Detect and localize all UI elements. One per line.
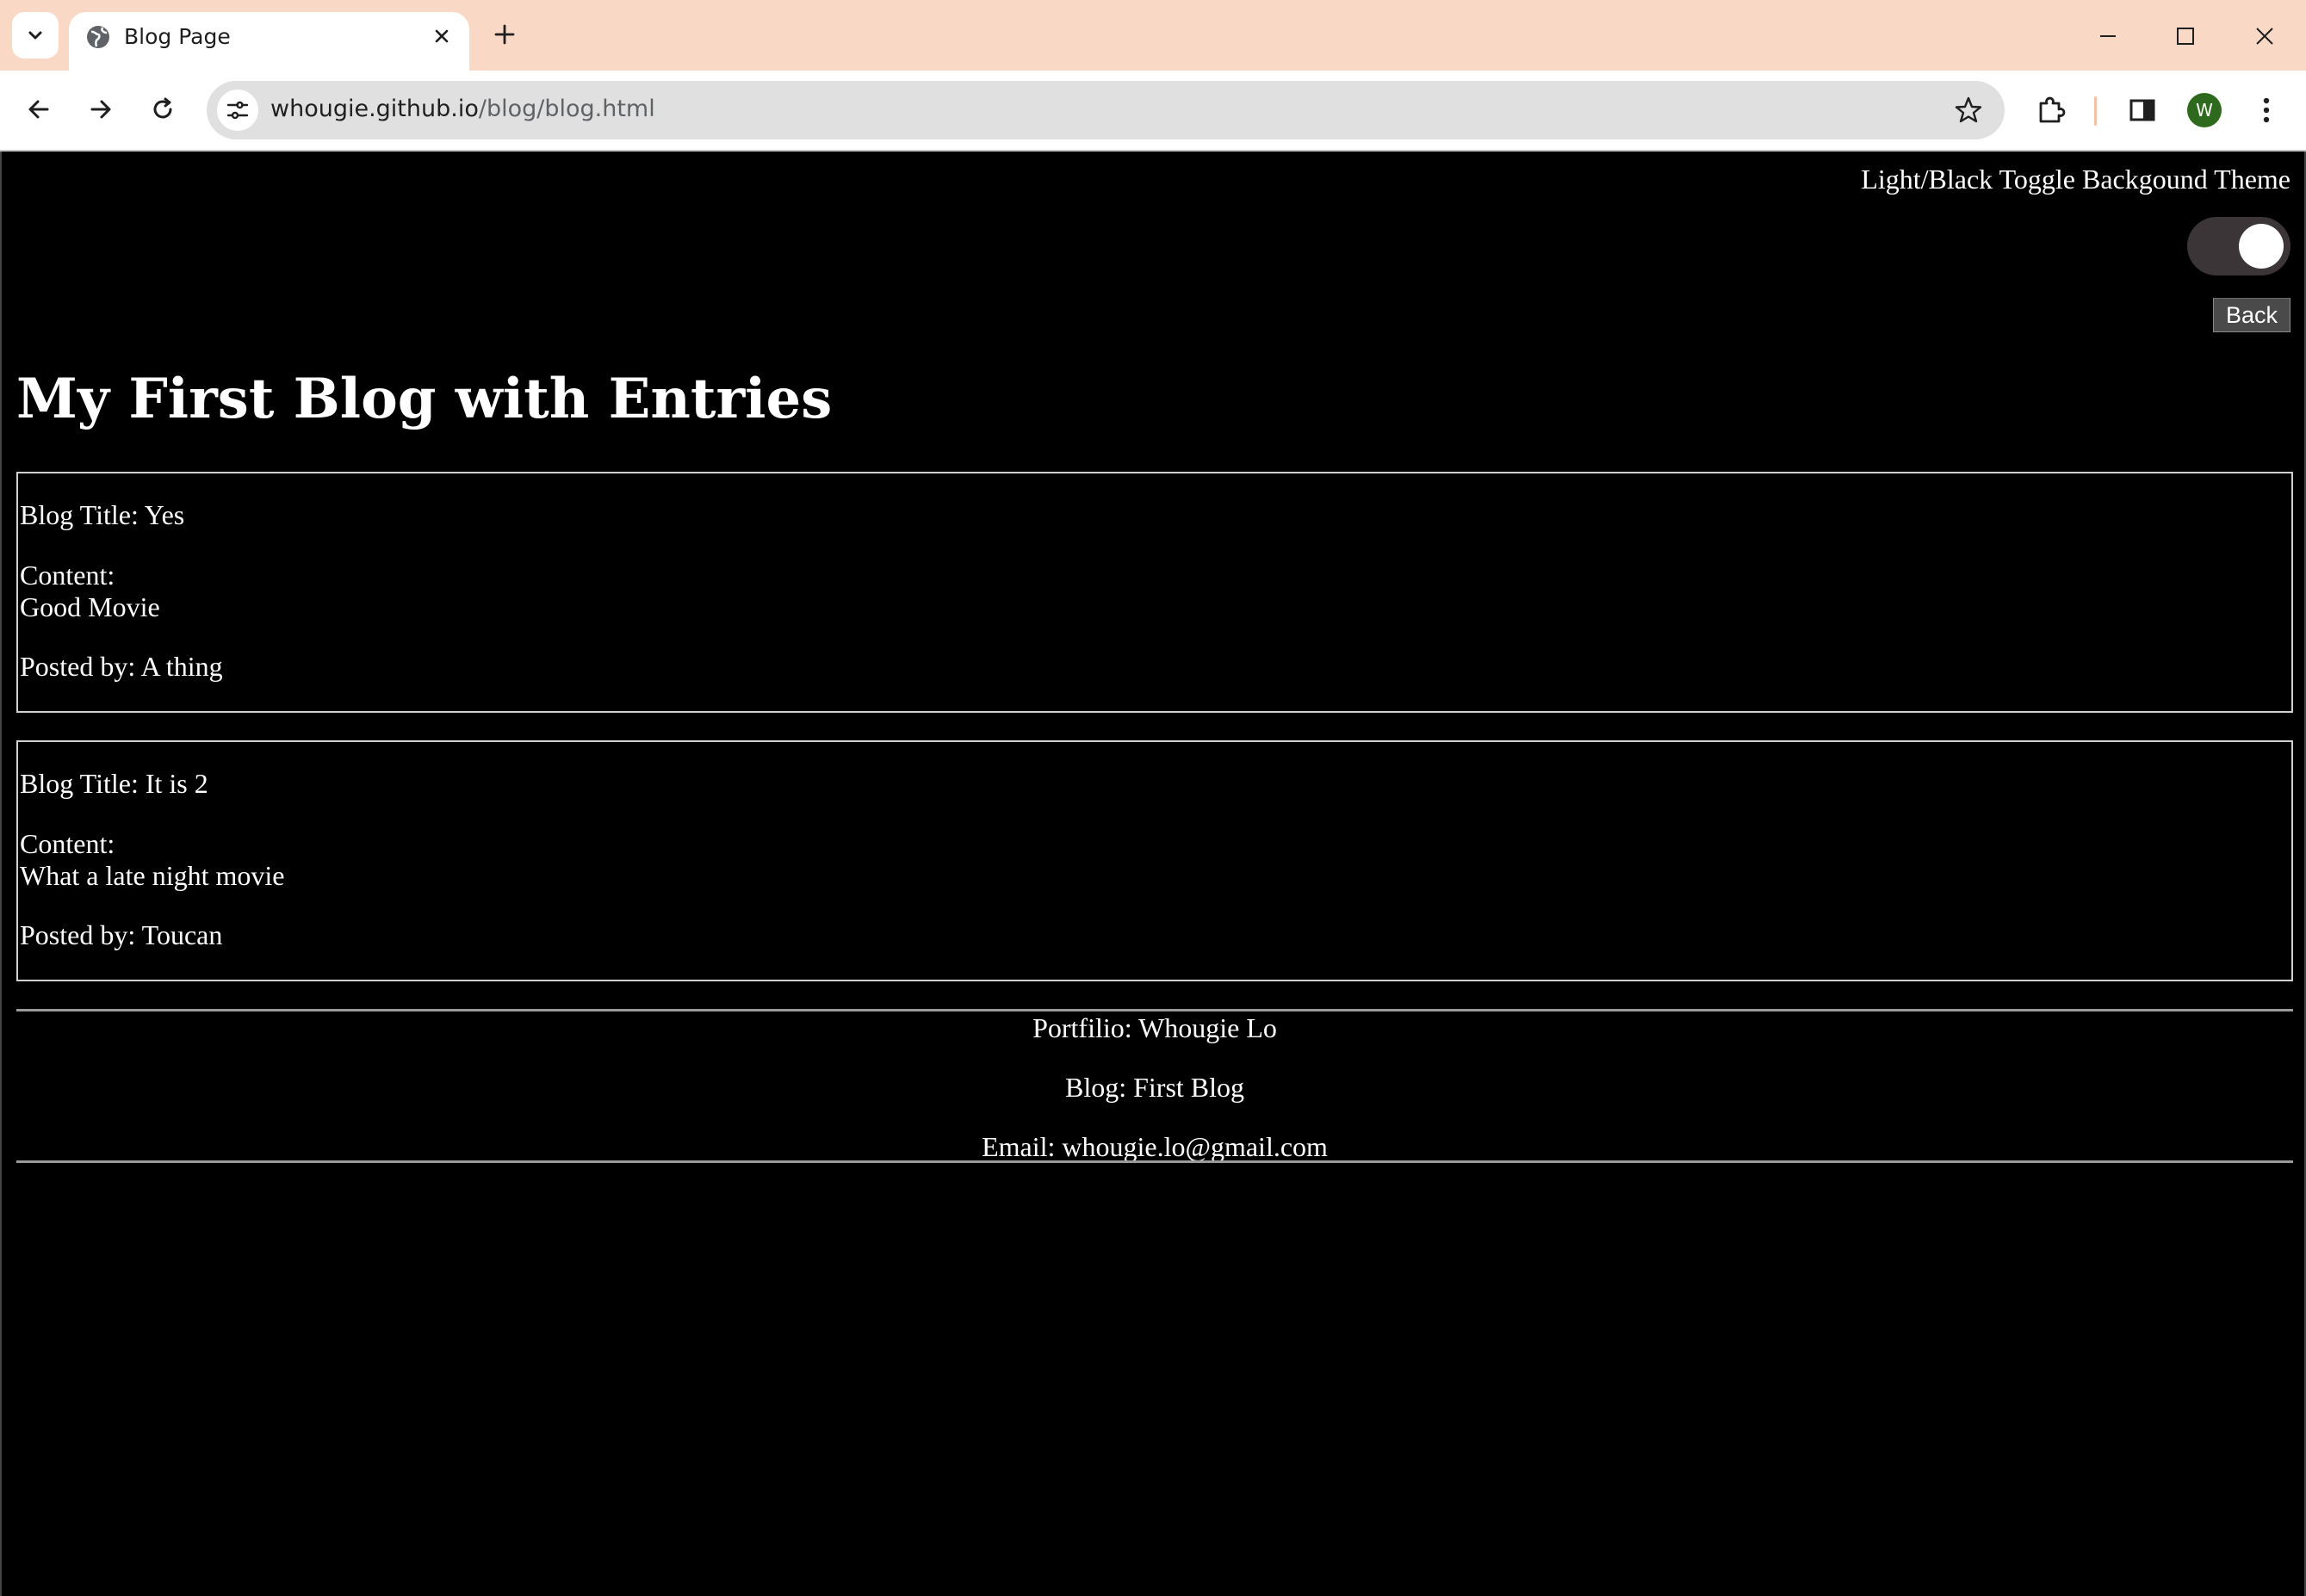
tab-title: Blog Page [124,24,231,49]
toolbar-divider [2094,96,2097,126]
entry-author: Posted by: Toucan [20,919,223,950]
browser-tab[interactable]: Blog Page [69,12,469,71]
theme-toggle-label: Light/Black Toggle Backgound Theme [1861,164,2291,195]
footer-blog: Blog: First Blog [1064,1072,1245,1103]
theme-toggle-switch[interactable] [2187,217,2291,275]
entry-title: Blog Title: It is 2 [20,768,208,799]
maximize-icon [2177,28,2194,45]
forward-nav-button[interactable] [76,84,126,134]
globe-icon [87,26,109,48]
entry-content-label: Content: [20,828,115,859]
reload-button[interactable] [138,84,188,134]
back-button[interactable]: Back [2213,298,2291,332]
url-domain: whougie.github.io [270,96,479,122]
url-text[interactable]: whougie.github.io/blog/blog.html [270,96,655,122]
back-nav-button[interactable] [14,84,64,134]
footer-bottom-divider [16,1160,2293,1163]
tab-close-button[interactable] [426,21,457,52]
puzzle-icon [2039,96,2066,123]
plus-icon [494,24,515,45]
footer-email: Email: whougie.lo@gmail.com [982,1131,1328,1162]
bookmark-button[interactable] [1951,93,1986,127]
menu-button[interactable] [2242,86,2291,134]
new-tab-button[interactable] [486,15,524,53]
profile-button[interactable]: W [2180,86,2229,134]
entry-content-label: Content: [20,560,115,591]
tune-icon [226,101,249,120]
star-icon [1955,96,1982,123]
side-panel-icon [2129,99,2155,121]
entry-title: Blog Title: Yes [20,499,185,530]
url-path: /blog/blog.html [478,96,655,122]
address-bar[interactable]: whougie.github.io/blog/blog.html [207,81,2005,139]
maximize-button[interactable] [2160,10,2211,62]
tab-strip: Blog Page [0,0,2306,71]
close-window-button[interactable] [2239,10,2291,62]
toggle-knob [2239,224,2284,269]
browser-toolbar: whougie.github.io/blog/blog.html W [0,71,2306,150]
chevron-down-icon [28,31,42,40]
footer-top-divider [16,1009,2293,1011]
entry-content: Good Movie [20,591,160,622]
blog-entry: Blog Title: It is 2 Content: What a late… [16,740,2293,981]
reload-icon [153,97,172,119]
entry-content: What a late night movie [20,860,285,891]
page-title: My First Blog with Entries [16,367,833,431]
extensions-button[interactable] [2027,86,2075,134]
site-info-button[interactable] [217,90,258,131]
arrow-left-icon [28,100,49,119]
page-viewport: Light/Black Toggle Backgound Theme Back … [0,152,2306,1596]
close-icon [2256,28,2273,45]
close-icon [435,29,449,43]
minimize-icon [2100,35,2116,37]
footer-portfolio: Portfilio: Whougie Lo [1032,1012,1277,1043]
minimize-button[interactable] [2082,10,2134,62]
side-panel-button[interactable] [2118,86,2167,134]
arrow-right-icon [90,100,111,119]
blog-entry: Blog Title: Yes Content: Good Movie Post… [16,472,2293,713]
avatar: W [2187,93,2222,127]
more-vertical-icon [2263,97,2270,123]
tab-search-button[interactable] [12,12,59,59]
entry-author: Posted by: A thing [20,651,223,682]
